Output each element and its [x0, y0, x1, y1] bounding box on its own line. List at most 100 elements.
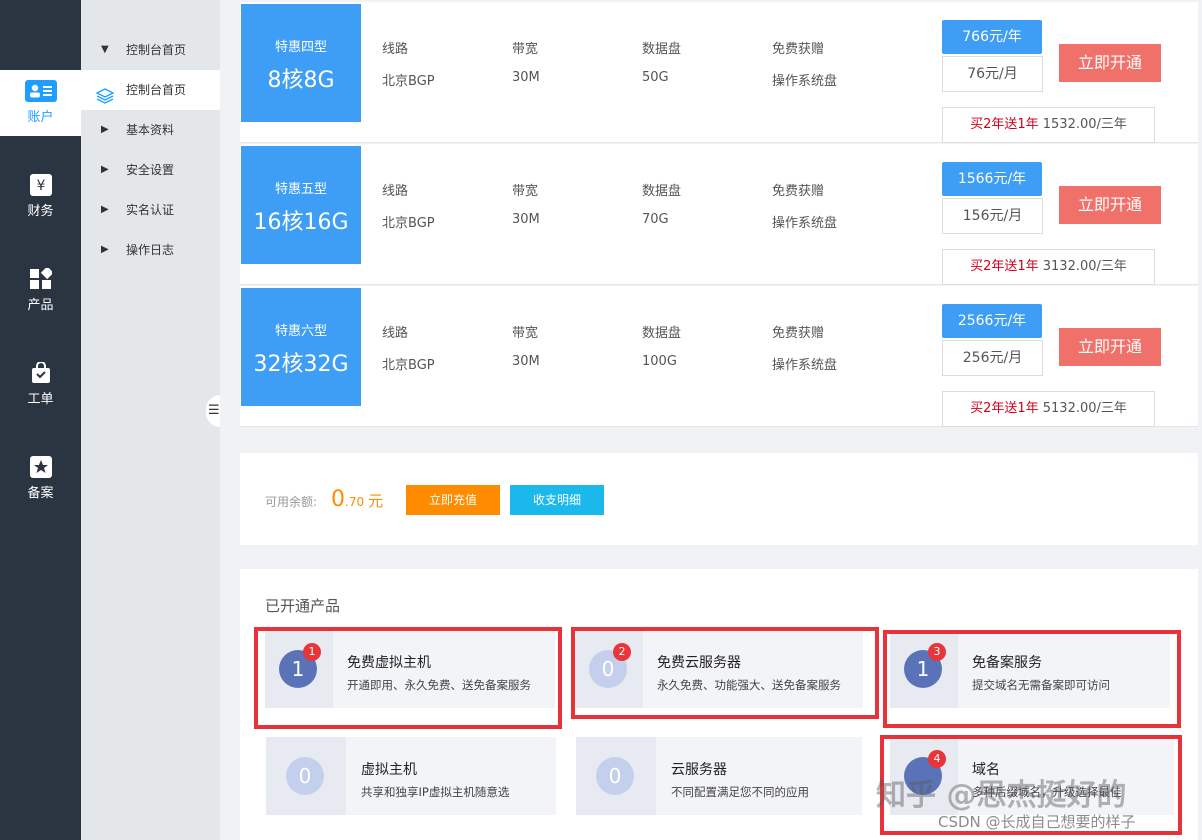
balance-amount: 0.70 元 — [331, 487, 383, 512]
collapse-menu-icon: ☰ — [208, 403, 220, 418]
rail-item-ticket[interactable]: 工单 — [0, 361, 81, 422]
line-value: 北京BGP — [382, 358, 435, 373]
promo-label: 买2年送1年 — [970, 401, 1039, 416]
zhihu-watermark: 知乎 @思杰挺好的 — [876, 778, 1127, 813]
plan-row: 特惠六型 32核32G 线路 北京BGP 带宽 30M 数据盘 100G 免费获… — [240, 286, 1198, 427]
promo-option[interactable]: 买2年送1年 5132.00/三年 — [942, 391, 1155, 427]
subnav-item-verification[interactable]: ▶ 实名认证 — [81, 190, 220, 230]
product-card-virtual-host[interactable]: 0 虚拟主机 共享和独享IP虚拟主机随意选 — [266, 737, 556, 815]
yearly-price-option[interactable]: 2566元/年 — [942, 304, 1042, 338]
subnav-item-profile[interactable]: ▶ 基本资料 — [81, 110, 220, 150]
monthly-price-option[interactable]: 256元/月 — [942, 340, 1043, 376]
gift-label: 免费获赠 — [772, 184, 825, 199]
products-title: 已开通产品 — [265, 597, 341, 615]
highlight-box-2 — [571, 627, 879, 719]
plan-row: 特惠五型 16核16G 线路 北京BGP 带宽 30M 数据盘 70G 免费获赠… — [240, 144, 1198, 285]
subnav-item-logs[interactable]: ▶ 操作日志 — [81, 230, 220, 270]
bandwidth-value: 30M — [512, 212, 540, 227]
chevron-right-icon: ▶ — [101, 204, 109, 215]
chevron-down-icon: ▼ — [101, 44, 109, 55]
promo-price: 1532.00/三年 — [1042, 117, 1127, 132]
chevron-right-icon: ▶ — [101, 124, 109, 135]
plan-spec: 32核32G — [253, 352, 349, 377]
account-card-icon — [24, 80, 57, 102]
balance-amount-dec: .70 — [345, 495, 365, 509]
rail-item-finance[interactable]: ¥ 财务 — [0, 174, 81, 234]
bandwidth-label: 带宽 — [512, 42, 539, 57]
secondary-nav: ▼ 控制台首页 控制台首页 ▶ 基本资料 ▶ 安全设置 ▶ 实名认证 ▶ 操作日… — [81, 0, 220, 840]
disk-label: 数据盘 — [642, 326, 682, 341]
gift-label: 免费获赠 — [772, 326, 825, 341]
balance-amount-int: 0 — [331, 487, 345, 512]
disk-value: 70G — [642, 212, 669, 227]
rail-item-label: 账户 — [27, 110, 54, 125]
yearly-price-option[interactable]: 766元/年 — [942, 20, 1042, 54]
disk-value: 50G — [642, 70, 669, 85]
disk-value: 100G — [642, 354, 677, 369]
svg-text:¥: ¥ — [36, 178, 45, 194]
bandwidth-label: 带宽 — [512, 326, 539, 341]
rail-item-label: 备案 — [27, 486, 54, 501]
promo-option[interactable]: 买2年送1年 1532.00/三年 — [942, 107, 1155, 143]
line-label: 线路 — [382, 326, 409, 341]
bandwidth-label: 带宽 — [512, 184, 539, 199]
buy-now-button[interactable]: 立即开通 — [1059, 328, 1161, 366]
icon-rail: 账户 ¥ 财务 产品 工单 备案 — [0, 0, 81, 840]
line-label: 线路 — [382, 184, 409, 199]
subnav-item-label: 安全设置 — [126, 163, 175, 177]
promo-option[interactable]: 买2年送1年 3132.00/三年 — [942, 249, 1155, 285]
line-value: 北京BGP — [382, 74, 435, 89]
plan-tag-name: 特惠五型 — [274, 182, 327, 197]
yen-icon: ¥ — [29, 174, 52, 196]
yearly-price-option[interactable]: 1566元/年 — [942, 162, 1042, 196]
transaction-details-button[interactable]: 收支明细 — [510, 485, 604, 515]
grid-icon — [29, 266, 54, 290]
promo-price: 5132.00/三年 — [1042, 401, 1127, 416]
subnav-item-security[interactable]: ▶ 安全设置 — [81, 150, 220, 190]
plan-spec: 8核8G — [267, 68, 335, 93]
product-count: 0 — [286, 757, 324, 795]
subnav-item-label: 基本资料 — [126, 123, 175, 137]
chevron-right-icon: ▶ — [101, 164, 109, 175]
rail-item-label: 工单 — [27, 392, 54, 407]
rail-item-label: 产品 — [27, 298, 54, 313]
gift-value: 操作系统盘 — [772, 216, 838, 231]
rail-item-account[interactable]: 账户 — [0, 70, 81, 136]
plan-tag-name: 特惠六型 — [274, 324, 327, 339]
product-desc: 不同配置满足您不同的应用 — [671, 785, 809, 799]
rail-item-product[interactable]: 产品 — [0, 266, 81, 328]
subnav-item-label: 实名认证 — [126, 203, 175, 217]
promo-price: 3132.00/三年 — [1042, 259, 1127, 274]
product-name: 虚拟主机 — [361, 762, 417, 778]
bandwidth-value: 30M — [512, 70, 540, 85]
monthly-price-option[interactable]: 156元/月 — [942, 198, 1043, 234]
gift-label: 免费获赠 — [772, 42, 825, 57]
subnav-item-label: 操作日志 — [126, 243, 175, 257]
subnav-item-label: 控制台首页 — [126, 43, 187, 57]
buy-now-button[interactable]: 立即开通 — [1059, 186, 1161, 224]
subnav-item-console-home[interactable]: 控制台首页 — [81, 70, 220, 110]
subnav-item-label: 控制台首页 — [126, 83, 187, 97]
line-value: 北京BGP — [382, 216, 435, 231]
plan-tag: 特惠四型 8核8G — [241, 4, 361, 122]
balance-panel: 可用余额: 0.70 元 立即充值 收支明细 — [240, 453, 1198, 545]
line-label: 线路 — [382, 42, 409, 57]
recharge-button[interactable]: 立即充值 — [406, 485, 500, 515]
plan-tag: 特惠五型 16核16G — [241, 146, 361, 264]
product-card-cloud-server[interactable]: 0 云服务器 不同配置满足您不同的应用 — [576, 737, 862, 815]
gift-value: 操作系统盘 — [772, 358, 838, 373]
star-document-icon — [29, 456, 52, 478]
product-desc: 共享和独享IP虚拟主机随意选 — [361, 785, 510, 799]
shopping-bag-icon — [30, 361, 52, 384]
subnav-item-console-group[interactable]: ▼ 控制台首页 — [81, 30, 220, 70]
rail-item-filing[interactable]: 备案 — [0, 456, 81, 516]
balance-label: 可用余额: — [265, 495, 318, 509]
highlight-box-1 — [254, 627, 562, 729]
buy-now-button[interactable]: 立即开通 — [1059, 44, 1161, 82]
plan-tag: 特惠六型 32核32G — [241, 288, 361, 406]
rail-item-label: 财务 — [27, 204, 54, 219]
product-count: 0 — [596, 757, 634, 795]
layers-icon — [95, 81, 115, 104]
monthly-price-option[interactable]: 76元/月 — [942, 56, 1043, 92]
promo-label: 买2年送1年 — [970, 259, 1039, 274]
